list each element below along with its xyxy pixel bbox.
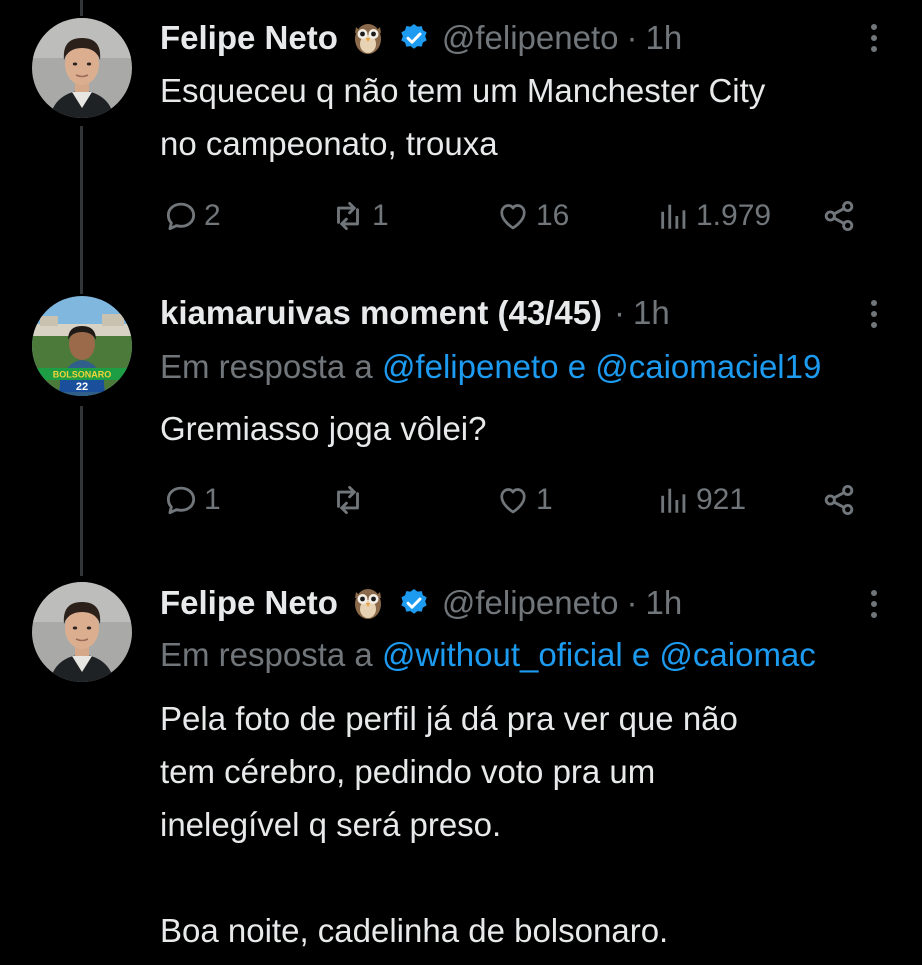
avatar[interactable]: BOLSONARO 22 bbox=[32, 296, 132, 396]
share-icon bbox=[820, 197, 858, 235]
retweet-icon bbox=[328, 481, 368, 519]
tweet-text: Gremiasso joga vôlei? bbox=[160, 410, 487, 447]
timestamp[interactable]: 1h bbox=[645, 584, 682, 622]
views-count: 1.979 bbox=[696, 199, 772, 232]
views-button[interactable]: 921 bbox=[656, 480, 746, 520]
separator-dot: · bbox=[626, 584, 638, 621]
reply-mentions[interactable]: @felipeneto e @caiomaciel19 bbox=[382, 348, 821, 385]
reply-context: Em resposta a @without_oficial e @caioma… bbox=[160, 636, 922, 674]
like-button[interactable]: 16 bbox=[494, 196, 569, 236]
author-handle[interactable]: @felipeneto bbox=[442, 19, 619, 57]
share-button[interactable] bbox=[820, 480, 858, 520]
reply-count: 2 bbox=[204, 199, 221, 232]
reply-context: Em resposta a @felipeneto e @caiomaciel1… bbox=[160, 348, 922, 386]
separator-dot: · bbox=[626, 19, 638, 56]
action-bar: 1 1 921 bbox=[160, 480, 870, 520]
tweet-1[interactable]: Felipe Neto @felipeneto · 1h Esqueceu q … bbox=[0, 0, 922, 270]
action-bar: 2 1 16 1.979 bbox=[160, 196, 870, 236]
avatar-number-text: 22 bbox=[76, 381, 88, 393]
more-icon[interactable] bbox=[870, 24, 878, 52]
share-button[interactable] bbox=[820, 196, 858, 236]
tweet-header: Felipe Neto @felipeneto · 1h bbox=[160, 580, 682, 626]
views-icon bbox=[656, 199, 692, 233]
more-icon[interactable] bbox=[870, 300, 878, 328]
retweet-button[interactable] bbox=[328, 480, 368, 520]
tweet-2[interactable]: BOLSONARO 22 kiamaruivas moment (43/45) … bbox=[0, 280, 922, 570]
owl-emoji-icon bbox=[352, 586, 384, 620]
separator-dot: · bbox=[614, 294, 626, 331]
views-button[interactable]: 1.979 bbox=[656, 196, 771, 236]
tweet-header: kiamaruivas moment (43/45) · 1h bbox=[160, 290, 670, 336]
avatar[interactable] bbox=[32, 18, 132, 118]
tweet-text: Esqueceu q não tem um Manchester City no… bbox=[160, 72, 766, 162]
avatar-banner-text: BOLSONARO bbox=[53, 370, 112, 380]
heart-icon bbox=[494, 482, 532, 518]
timestamp[interactable]: 1h bbox=[633, 294, 670, 332]
like-count: 1 bbox=[536, 483, 553, 516]
owl-emoji-icon bbox=[352, 21, 384, 55]
heart-icon bbox=[494, 198, 532, 234]
share-icon bbox=[820, 481, 858, 519]
reply-button[interactable]: 1 bbox=[162, 480, 221, 520]
tweet-header: Felipe Neto @felipeneto · 1h bbox=[160, 15, 682, 61]
tweet-text: Pela foto de perfil já dá pra ver que nã… bbox=[160, 700, 738, 949]
reply-icon bbox=[162, 481, 200, 519]
tweet-3[interactable]: Felipe Neto @felipeneto · 1h Em resposta… bbox=[0, 570, 922, 965]
views-count: 921 bbox=[696, 483, 747, 516]
reply-icon bbox=[162, 197, 200, 235]
retweet-button[interactable]: 1 bbox=[328, 196, 389, 236]
timestamp[interactable]: 1h bbox=[645, 19, 682, 57]
author-handle[interactable]: @felipeneto bbox=[442, 584, 619, 622]
retweet-count: 1 bbox=[372, 199, 389, 232]
views-icon bbox=[656, 483, 692, 517]
like-count: 16 bbox=[536, 199, 570, 232]
author-name[interactable]: Felipe Neto bbox=[160, 19, 338, 57]
reply-mentions[interactable]: @without_oficial e @caiomac bbox=[382, 636, 816, 673]
reply-prefix: Em resposta a bbox=[160, 636, 382, 673]
author-name[interactable]: kiamaruivas moment (43/45) bbox=[160, 294, 602, 332]
reply-count: 1 bbox=[204, 483, 221, 516]
author-name[interactable]: Felipe Neto bbox=[160, 584, 338, 622]
reply-prefix: Em resposta a bbox=[160, 348, 382, 385]
like-button[interactable]: 1 bbox=[494, 480, 553, 520]
verified-badge-icon bbox=[398, 587, 430, 619]
more-icon[interactable] bbox=[870, 590, 878, 618]
avatar[interactable] bbox=[32, 582, 132, 682]
retweet-icon bbox=[328, 197, 368, 235]
verified-badge-icon bbox=[398, 22, 430, 54]
reply-button[interactable]: 2 bbox=[162, 196, 221, 236]
